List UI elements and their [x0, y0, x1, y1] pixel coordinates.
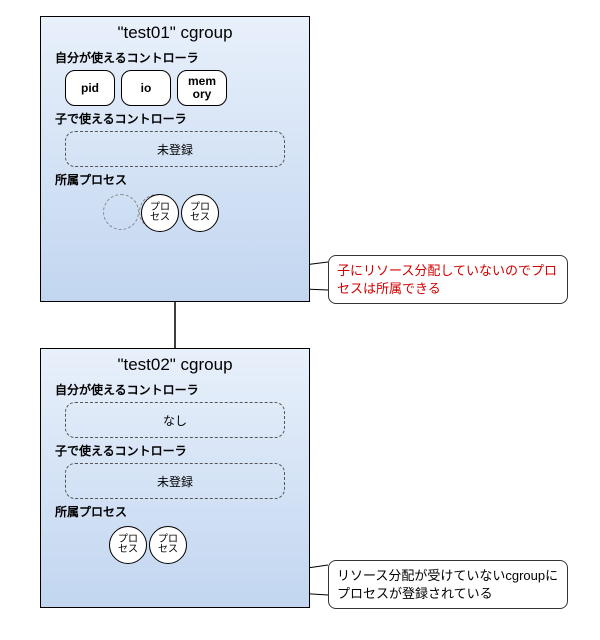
self-controllers-box: なし [65, 402, 285, 438]
label-self-controllers: 自分が使えるコントローラ [55, 49, 297, 66]
self-controllers: pid io mem ory [65, 70, 297, 106]
child-controllers-status: 未登録 [157, 473, 193, 490]
cgroup-title: "test01" cgroup [53, 23, 297, 43]
child-controllers-box: 未登録 [65, 131, 285, 167]
process: プロ セス [149, 526, 187, 564]
label-processes: 所属プロセス [55, 171, 297, 188]
process: プロ セス [109, 526, 147, 564]
label-child-controllers: 子で使えるコントローラ [55, 110, 297, 127]
cgroup-test01: "test01" cgroup 自分が使えるコントローラ pid io mem … [40, 16, 310, 302]
label-self-controllers: 自分が使えるコントローラ [55, 381, 297, 398]
process-row: プロ セス プロ セス [71, 192, 297, 238]
callout-text: リソース分配が受けていないcgroupにプロセスが登録されている [337, 568, 558, 601]
controller-memory: mem ory [177, 70, 227, 106]
callout-text: 子にリソース分配していないのでプロセスは所属できる [337, 263, 557, 296]
cgroup-test02: "test02" cgroup 自分が使えるコントローラ なし 子で使えるコント… [40, 348, 310, 608]
callout-no-resource-cgroup: リソース分配が受けていないcgroupにプロセスが登録されている [328, 560, 568, 609]
process-row: プロ セス プロ セス [71, 524, 297, 570]
controller-io: io [121, 70, 171, 106]
label-child-controllers: 子で使えるコントローラ [55, 442, 297, 459]
child-controllers-box: 未登録 [65, 463, 285, 499]
process-ghost [103, 194, 139, 230]
label-processes: 所属プロセス [55, 503, 297, 520]
callout-child-not-distributed: 子にリソース分配していないのでプロセスは所属できる [328, 255, 568, 304]
cgroup-title: "test02" cgroup [53, 355, 297, 375]
controller-pid: pid [65, 70, 115, 106]
child-controllers-status: 未登録 [157, 141, 193, 158]
process: プロ セス [141, 194, 179, 232]
process: プロ セス [181, 194, 219, 232]
self-controllers-status: なし [163, 412, 187, 429]
